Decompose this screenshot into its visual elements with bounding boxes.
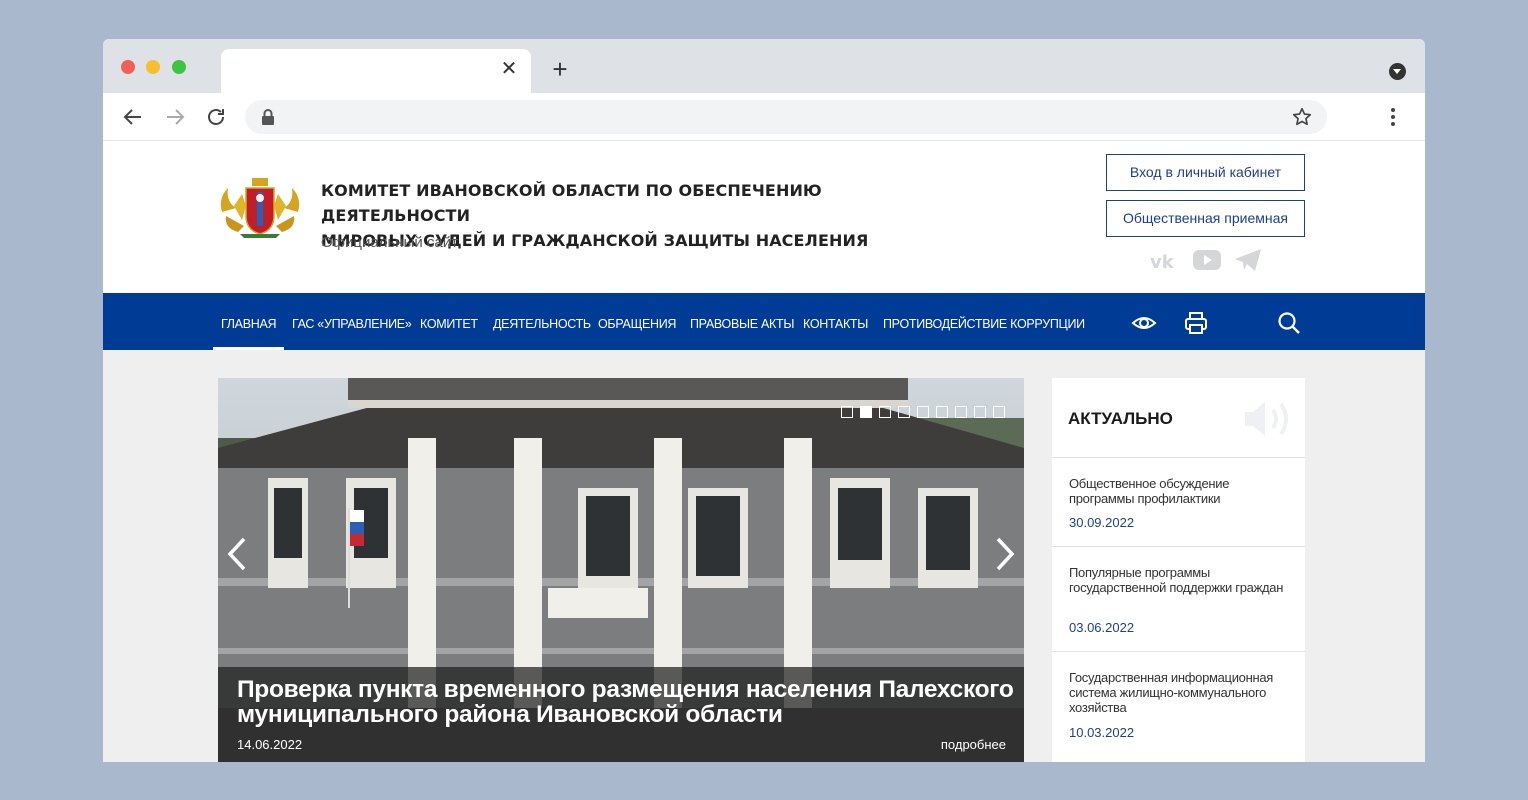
reload-icon[interactable] <box>204 105 228 129</box>
slider-dot-active[interactable] <box>860 406 872 418</box>
telegram-icon[interactable] <box>1233 247 1263 273</box>
news-slider[interactable]: Проверка пункта временного размещения на… <box>218 378 1024 762</box>
slider-dot[interactable] <box>841 406 853 418</box>
slider-dot[interactable] <box>898 406 910 418</box>
slide-caption: Проверка пункта временного размещения на… <box>218 667 1024 762</box>
site-header: КОМИТЕТ ИВАНОВСКОЙ ОБЛАСТИ ПО ОБЕСПЕЧЕНИ… <box>103 141 1425 293</box>
eye-icon[interactable] <box>1131 311 1157 335</box>
nav-item-legal-acts[interactable]: ПРАВОВЫЕ АКТЫ <box>690 293 794 350</box>
vk-icon[interactable]: vk <box>1149 247 1181 273</box>
public-reception-button[interactable]: Общественная приемная <box>1106 200 1305 237</box>
bookmark-star-icon[interactable] <box>1291 106 1313 128</box>
slider-dot[interactable] <box>955 406 967 418</box>
nav-item-gas-upravlenie[interactable]: ГАС «УПРАВЛЕНИЕ» <box>292 293 412 350</box>
site-subtitle: Официальный сайт <box>321 234 458 251</box>
coat-of-arms-logo[interactable] <box>218 176 302 238</box>
forward-arrow-icon[interactable] <box>163 105 187 129</box>
news-item-date: 10.03.2022 <box>1069 725 1135 740</box>
tab-search-icon[interactable] <box>1389 63 1406 80</box>
nav-item-appeals[interactable]: ОБРАЩЕНИЯ <box>598 293 676 350</box>
main-navigation: ГЛАВНАЯ ГАС «УПРАВЛЕНИЕ» КОМИТЕТ ДЕЯТЕЛЬ… <box>103 293 1425 350</box>
search-icon[interactable] <box>1276 311 1302 335</box>
news-item-text[interactable]: Общественное обсуждение программы профил… <box>1069 476 1294 506</box>
slider-prev-chevron-icon[interactable] <box>224 536 250 572</box>
print-icon[interactable] <box>1183 311 1209 335</box>
news-item-date: 30.09.2022 <box>1069 515 1135 530</box>
lock-icon <box>262 109 274 125</box>
nav-item-committee[interactable]: КОМИТЕТ <box>420 293 478 350</box>
slide-title[interactable]: Проверка пункта временного размещения на… <box>237 677 1017 727</box>
browser-window: ✕ + КОМИТЕТ ИВАНОВСКОЙ ОБЛАСТИ ПО ОБЕСПЕ… <box>103 39 1425 762</box>
browser-menu-icon[interactable] <box>1381 105 1405 129</box>
address-bar[interactable] <box>245 100 1327 134</box>
browser-toolbar <box>103 93 1425 141</box>
back-arrow-icon[interactable] <box>121 105 145 129</box>
actual-news-header: АКТУАЛЬНО <box>1052 378 1305 458</box>
news-item[interactable]: Государственная информационная система ж… <box>1052 652 1305 762</box>
actual-news-title: АКТУАЛЬНО <box>1068 409 1173 428</box>
svg-text:vk: vk <box>1150 252 1175 273</box>
login-button[interactable]: Вход в личный кабинет <box>1106 154 1305 191</box>
close-window-button[interactable] <box>121 60 135 74</box>
tab-close-icon[interactable]: ✕ <box>499 59 519 79</box>
slider-dot[interactable] <box>974 406 986 418</box>
news-item[interactable]: Общественное обсуждение программы профил… <box>1052 458 1305 547</box>
youtube-icon[interactable] <box>1192 247 1222 273</box>
slide-more-link[interactable]: подробнее <box>941 737 1006 752</box>
nav-item-contacts[interactable]: КОНТАКТЫ <box>803 293 868 350</box>
nav-item-anti-corruption[interactable]: ПРОТИВОДЕЙСТВИЕ КОРРУПЦИИ <box>883 293 1085 350</box>
tab-strip: ✕ + <box>103 39 1425 93</box>
slider-dots <box>841 406 1005 418</box>
organization-title-line1: КОМИТЕТ ИВАНОВСКОЙ ОБЛАСТИ ПО ОБЕСПЕЧЕНИ… <box>321 181 822 225</box>
news-item-text[interactable]: Государственная информационная система ж… <box>1069 670 1294 715</box>
actual-news-panel: АКТУАЛЬНО Общественное обсуждение програ… <box>1052 378 1305 762</box>
news-item-date: 03.06.2022 <box>1069 620 1135 635</box>
slider-next-chevron-icon[interactable] <box>992 536 1018 572</box>
browser-tab[interactable]: ✕ <box>221 49 531 93</box>
slider-dot[interactable] <box>879 406 891 418</box>
speaker-icon <box>1245 402 1288 436</box>
news-item-text[interactable]: Популярные программы государственной под… <box>1069 565 1294 595</box>
news-item[interactable]: Популярные программы государственной под… <box>1052 547 1305 652</box>
slide-date: 14.06.2022 <box>237 737 303 752</box>
slider-dot[interactable] <box>993 406 1005 418</box>
slider-dot[interactable] <box>936 406 948 418</box>
web-page: КОМИТЕТ ИВАНОВСКОЙ ОБЛАСТИ ПО ОБЕСПЕЧЕНИ… <box>103 141 1425 762</box>
maximize-window-button[interactable] <box>172 60 186 74</box>
slider-dot[interactable] <box>917 406 929 418</box>
new-tab-button[interactable]: + <box>549 56 571 82</box>
nav-item-home[interactable]: ГЛАВНАЯ <box>212 293 285 350</box>
nav-item-activity[interactable]: ДЕЯТЕЛЬНОСТЬ <box>493 293 591 350</box>
minimize-window-button[interactable] <box>146 60 160 74</box>
